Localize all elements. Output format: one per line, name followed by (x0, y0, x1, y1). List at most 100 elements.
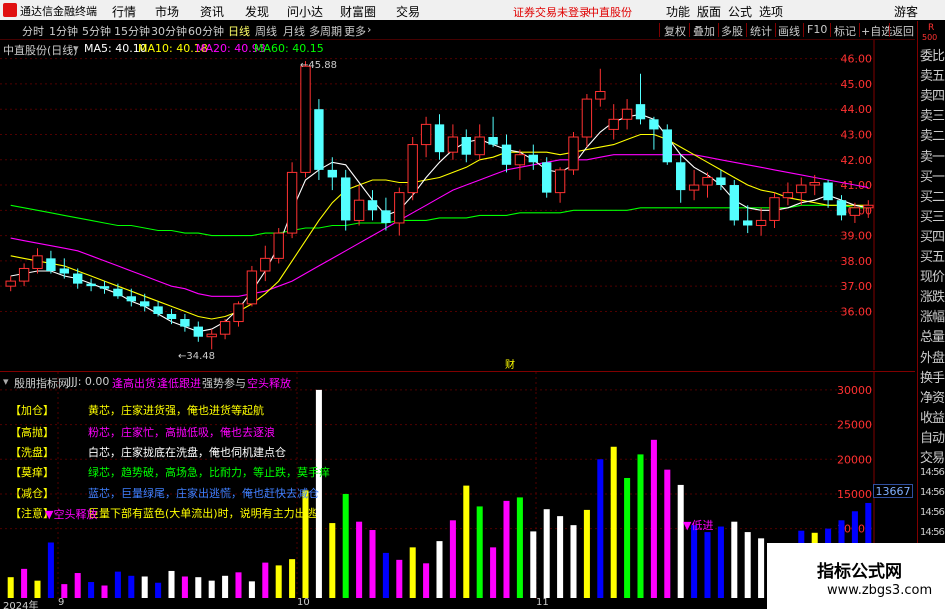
indicator-bar (557, 516, 564, 598)
time-label-year: 2024年 (3, 601, 39, 609)
candle-body (782, 192, 794, 199)
menu-layout[interactable]: 版面 (697, 3, 721, 20)
top-stock-name: 中直股份 (588, 6, 632, 19)
indicator-bar (677, 484, 684, 598)
quote-item: 卖五 (920, 69, 945, 85)
statistics-button[interactable]: 统计 (750, 23, 772, 39)
legend-tag-sell: 【高抛】 (10, 426, 54, 439)
legend-tag-wait: 【莫痒】 (10, 466, 54, 479)
candle-body (126, 296, 136, 302)
quote-item: 买二 (920, 189, 945, 205)
candle-body (702, 176, 713, 186)
menu-quotes[interactable]: 行情 (112, 3, 136, 20)
candle-body (542, 162, 552, 193)
menu-market[interactable]: 市场 (155, 3, 179, 20)
period-tab-1min[interactable]: 1分钟 (49, 23, 78, 39)
back-button[interactable]: 返回 (892, 23, 914, 39)
watermark: 指标公式网 www.zbgs3.com (767, 543, 945, 609)
indicator-bar (88, 582, 95, 598)
menu-trade[interactable]: 交易 (396, 3, 420, 20)
add-favorite-button[interactable]: +自选 (861, 23, 892, 39)
candle-body (46, 258, 56, 271)
indicator-bar (329, 523, 336, 598)
menu-formula[interactable]: 公式 (728, 3, 752, 20)
candle-body (367, 200, 378, 211)
menu-wealth[interactable]: 财富圈 (340, 3, 376, 20)
indicator-bar (624, 477, 631, 598)
menu-function[interactable]: 功能 (666, 3, 690, 20)
overlay-button[interactable]: 叠加 (693, 23, 715, 39)
period-tab-60min[interactable]: 60分钟 (188, 23, 224, 39)
indicator-bar (275, 565, 282, 598)
toolbar-divider (718, 23, 719, 37)
restore-rights-button[interactable]: 复权 (664, 23, 686, 39)
period-tab-tick[interactable]: 分时 (22, 23, 44, 39)
period-tab-5min[interactable]: 5分钟 (82, 23, 111, 39)
candle-body (300, 65, 311, 173)
menu-ask[interactable]: 问小达 (287, 3, 323, 20)
indicator-bar (7, 577, 14, 598)
candle-body (488, 137, 498, 145)
quote-item: 14:56 (920, 487, 945, 499)
menu-options[interactable]: 选项 (759, 3, 783, 20)
period-tab-more[interactable]: 更多 (344, 23, 366, 39)
period-tab-weekly[interactable]: 周线 (255, 23, 277, 39)
legend-text-wash: 白芯，庄家拢底在洗盘，俺也伺机建点仓 (88, 446, 286, 459)
time-label-sep: 9 (58, 597, 65, 608)
legend-text-reduce: 蓝芯，巨量绿尾，庄家出逃慌，俺也赶快去减仓 (88, 487, 319, 500)
candle-body (514, 154, 526, 166)
legend-text-add: 黄芯，庄家进货强，俺也进货等起航 (88, 404, 264, 417)
period-tab-30min[interactable]: 30分钟 (151, 23, 187, 39)
login-notice[interactable]: 证券交易未登录 (513, 4, 590, 20)
period-tab-daily[interactable]: 日线 (228, 23, 250, 39)
candle-body (341, 177, 351, 221)
candle-body (688, 184, 700, 191)
candle-body (246, 270, 258, 305)
indicator-bar (583, 509, 590, 598)
mark-button[interactable]: 标记 (834, 23, 856, 39)
candle-body (273, 232, 284, 259)
menu-news[interactable]: 资讯 (200, 3, 224, 20)
indicator-bar (61, 584, 68, 598)
menu-discover[interactable]: 发现 (245, 3, 269, 20)
indicator-bar (141, 576, 148, 598)
indicator-bar (181, 576, 188, 598)
candle-body (836, 200, 847, 216)
legend-text-sell: 粉芯，庄家忙，高抛低吸，俺也去逐浪 (88, 426, 275, 439)
period-tab-15min[interactable]: 15分钟 (114, 23, 150, 39)
candle-body (649, 119, 659, 130)
period-tab-monthly[interactable]: 月线 (283, 23, 305, 39)
y-tick-label: 38.00 (841, 255, 873, 268)
candle-body (86, 283, 96, 287)
toolbar-divider (859, 23, 860, 37)
draw-line-button[interactable]: 画线 (778, 23, 800, 39)
quote-item: 买三 (920, 209, 945, 225)
candlestick-chart[interactable]: 46.0045.0044.0043.0042.0041.0040.0039.00… (0, 40, 875, 370)
candle-body (581, 98, 593, 138)
candle-body (755, 219, 767, 226)
indicator-bar (530, 531, 537, 598)
quote-item: 涨幅 (920, 310, 945, 326)
candle-body (849, 207, 861, 216)
indicator-bar (222, 575, 229, 598)
candle-body (99, 286, 110, 289)
period-tab-multi[interactable]: 多周期 (309, 23, 342, 39)
y-tick-label: 25000 (837, 419, 872, 432)
f10-button[interactable]: F10 (807, 23, 827, 36)
multi-stock-button[interactable]: 多股 (721, 23, 743, 39)
indicator-bar (637, 454, 644, 598)
candle-body (796, 184, 807, 194)
indicator-bar (691, 525, 698, 598)
indicator-bar (128, 575, 135, 598)
indicator-bar (168, 570, 175, 598)
quote-item: 卖一 (920, 149, 945, 165)
indicator-bar (208, 580, 215, 598)
menu-guest[interactable]: 游客 (894, 3, 918, 20)
chevron-right-icon[interactable]: › (367, 23, 371, 36)
y-tick-label: 43.00 (841, 128, 873, 141)
candle-body (434, 124, 445, 153)
indicator-bar (342, 493, 349, 598)
indicator-bar (449, 520, 456, 598)
quote-item: 净资 (920, 390, 945, 406)
indicator-bar (650, 439, 657, 598)
